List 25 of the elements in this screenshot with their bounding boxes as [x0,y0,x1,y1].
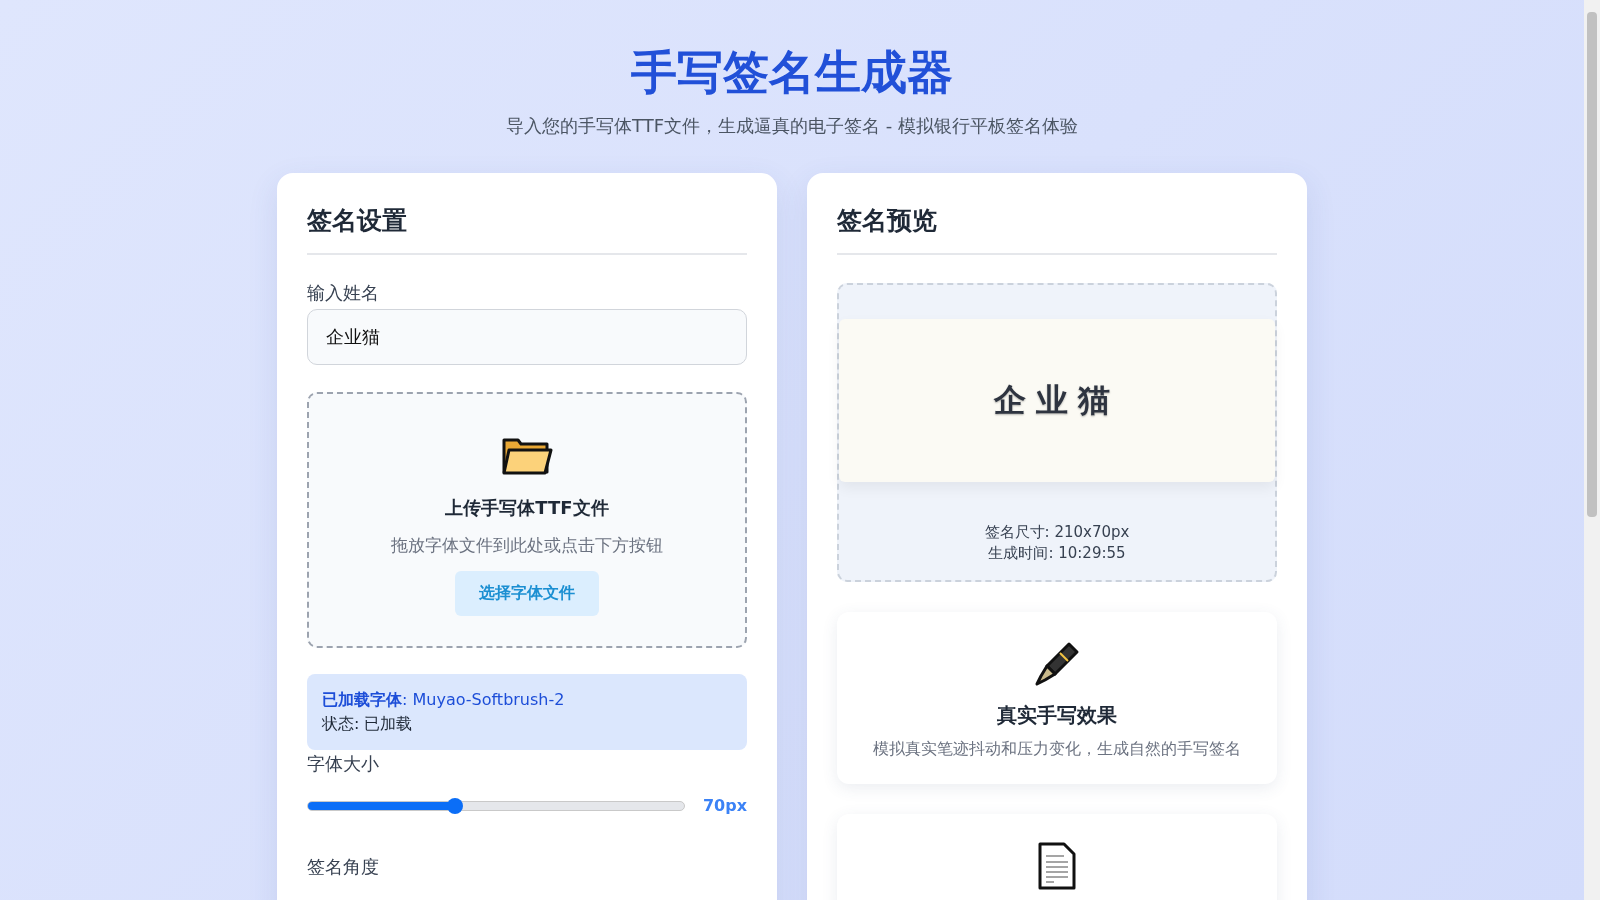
name-input[interactable]: 企业猫 [307,309,747,365]
upload-title: 上传手写体TTF文件 [445,496,609,520]
feature-description: 模拟真实笔迹抖动和压力变化，生成自然的手写签名 [873,739,1241,760]
page-subtitle: 导入您的手写体TTF文件，生成逼真的电子签名 - 模拟银行平板签名体验 [506,114,1078,138]
field-label: 字体大小 [307,752,380,776]
section-heading: 签名设置 [307,203,747,255]
upload-hint: 拖放字体文件到此处或点击下方按钮 [391,534,663,557]
document-icon [1037,842,1077,890]
generated-time-text: 生成时间: 10:29:55 [988,543,1126,564]
upload-dropzone[interactable]: 上传手写体TTF文件 拖放字体文件到此处或点击下方按钮 选择字体文件 [307,392,747,648]
loaded-font-text: 已加载字体: Muyao-Softbrush-2 [322,689,566,711]
signature-text: 企业猫 [994,379,1120,421]
font-size-slider[interactable] [307,800,685,811]
folder-icon [501,436,553,476]
slider-value: 70px [702,796,747,815]
signature-size-text: 签名尺寸: 210x70px [984,522,1130,543]
section-heading: 签名预览 [837,203,1277,255]
slider-thumb[interactable] [446,797,463,814]
field-label: 签名角度 [307,855,380,879]
pen-icon [1033,640,1081,688]
scrollbar-thumb[interactable] [1587,12,1597,517]
font-status-text: 状态: 已加载 [322,713,414,735]
field-label: 输入姓名 [307,281,380,305]
feature-title: 真实手写效果 [997,702,1117,729]
page-title: 手写签名生成器 [631,44,953,101]
